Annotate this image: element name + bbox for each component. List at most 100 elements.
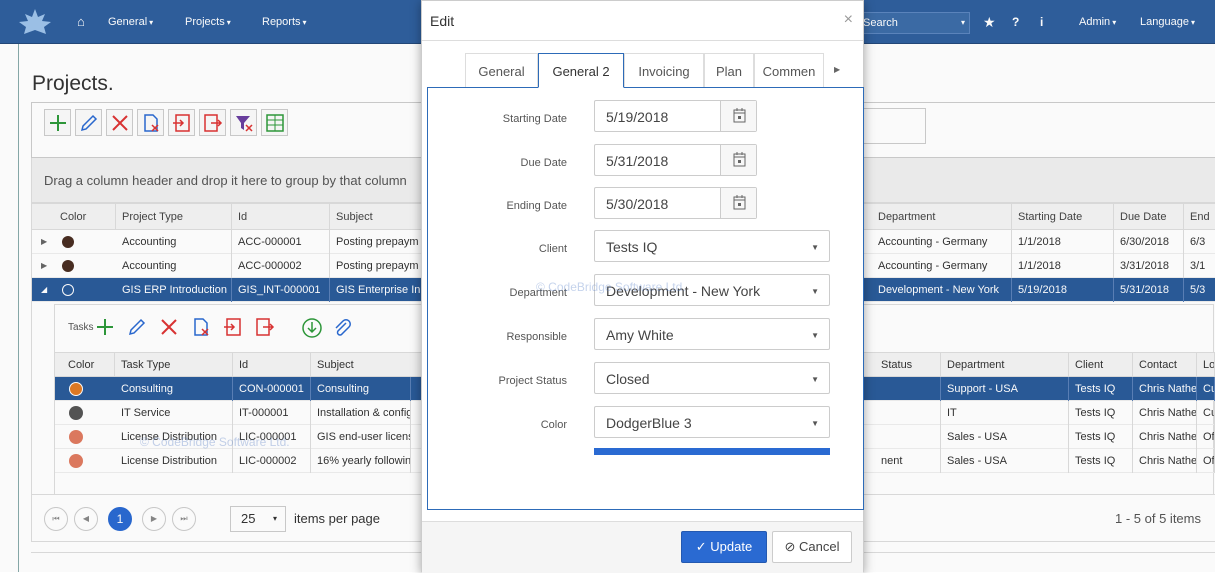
page-button-current[interactable]: 1 <box>108 507 132 531</box>
column-header-task-type[interactable]: Task Type <box>115 353 233 377</box>
cancel-button[interactable]: ⊘ Cancel <box>772 531 852 563</box>
due-date-picker[interactable]: 5/31/2018 <box>594 144 757 176</box>
column-header-end[interactable]: End <box>1184 204 1215 230</box>
color-preview-swatch <box>594 448 830 455</box>
update-button[interactable]: ✓ Update <box>681 531 767 563</box>
client-select[interactable]: Tests IQ ▼ <box>594 230 830 262</box>
pencil-icon <box>80 114 98 132</box>
close-icon[interactable] <box>159 317 179 337</box>
color-swatch <box>69 430 83 444</box>
home-icon[interactable]: ⌂ <box>77 0 85 44</box>
tasks-label: Tasks <box>68 322 94 333</box>
excel-export-button[interactable] <box>261 109 288 136</box>
pencil-icon[interactable] <box>127 317 147 337</box>
project-status-select[interactable]: Closed ▼ <box>594 362 830 394</box>
tab-scroll-right-icon[interactable]: ▶ <box>834 65 840 74</box>
plus-icon <box>50 115 66 131</box>
column-header-department[interactable]: Department <box>941 353 1069 377</box>
page-size-select[interactable]: 25 ▾ <box>230 506 286 532</box>
search-input[interactable]: Search ▾ <box>858 12 970 34</box>
clear-button[interactable] <box>137 109 164 136</box>
plus-icon[interactable] <box>95 317 115 337</box>
column-header-due-date[interactable]: Due Date <box>1114 204 1184 230</box>
pager-summary: 1 - 5 of 5 items <box>1115 511 1201 526</box>
document-delete-icon <box>144 114 159 132</box>
expand-icon[interactable]: ▶ <box>41 230 47 254</box>
add-button[interactable] <box>44 109 71 136</box>
column-header-contact[interactable]: Contact <box>1133 353 1197 377</box>
close-icon[interactable]: × <box>844 11 853 29</box>
nav-projects[interactable]: Projects ▾ <box>185 0 231 44</box>
cancel-icon: ⊘ <box>784 539 796 554</box>
import-button[interactable] <box>168 109 195 136</box>
maple-leaf-logo-icon[interactable] <box>18 8 52 36</box>
last-page-button[interactable]: ⏭ <box>172 507 196 531</box>
export-icon[interactable] <box>255 317 275 337</box>
nav-reports[interactable]: Reports ▾ <box>262 0 307 44</box>
import-icon[interactable] <box>223 317 243 337</box>
previous-page-button[interactable]: ◀ <box>74 507 98 531</box>
dialog-titlebar: Edit × <box>422 1 863 41</box>
column-header-color[interactable]: Color <box>55 353 115 377</box>
help-icon[interactable]: ? <box>1012 0 1019 44</box>
chevron-down-icon: ▼ <box>811 419 819 428</box>
star-icon[interactable]: ★ <box>983 0 996 44</box>
collapse-icon[interactable]: ◢ <box>41 278 47 302</box>
close-icon <box>112 115 128 131</box>
dialog-tabs: General General 2 Invoicing Plan Commen <box>465 53 840 88</box>
color-select[interactable]: DodgerBlue 3 ▼ <box>594 406 830 438</box>
column-header-starting-date[interactable]: Starting Date <box>1012 204 1114 230</box>
color-label: Color <box>540 419 567 431</box>
download-icon[interactable] <box>301 317 323 339</box>
tab-panel-general-2: Starting Date 5/19/2018 Due Date 5/31/20… <box>427 87 864 510</box>
starting-date-picker[interactable]: 5/19/2018 <box>594 100 757 132</box>
column-header-id[interactable]: Id <box>232 204 330 230</box>
column-header-department[interactable]: Department <box>872 204 1012 230</box>
column-header-project-type[interactable]: Project Type <box>116 204 232 230</box>
starting-date-label: Starting Date <box>502 113 567 125</box>
tab-plan[interactable]: Plan <box>704 53 754 88</box>
ending-date-picker[interactable]: 5/30/2018 <box>594 187 757 219</box>
tab-comments[interactable]: Commen <box>754 53 824 88</box>
nav-general[interactable]: General ▾ <box>108 0 153 44</box>
nav-admin[interactable]: Admin ▾ <box>1079 0 1116 44</box>
nav-language[interactable]: Language ▾ <box>1140 0 1195 44</box>
tab-invoicing[interactable]: Invoicing <box>624 53 704 88</box>
calendar-icon[interactable] <box>720 101 756 131</box>
dialog-footer: ✓ Update ⊘ Cancel <box>422 521 863 573</box>
edit-button[interactable] <box>75 109 102 136</box>
watermark: © CodeBridge Software Ltd. <box>140 435 290 449</box>
import-icon <box>173 114 190 132</box>
responsible-select[interactable]: Amy White ▼ <box>594 318 830 350</box>
expand-icon[interactable]: ▶ <box>41 254 47 278</box>
calendar-icon[interactable] <box>720 188 756 218</box>
column-header-client[interactable]: Client <box>1069 353 1133 377</box>
chevron-down-icon: ▼ <box>811 287 819 296</box>
export-button[interactable] <box>199 109 226 136</box>
tab-general-2[interactable]: General 2 <box>538 53 624 88</box>
delete-button[interactable] <box>106 109 133 136</box>
info-icon[interactable]: i <box>1040 0 1043 44</box>
color-swatch <box>62 236 74 248</box>
clear-filter-button[interactable] <box>230 109 257 136</box>
next-page-button[interactable]: ▶ <box>142 507 166 531</box>
document-delete-icon[interactable] <box>191 317 211 337</box>
project-status-label: Project Status <box>498 375 567 387</box>
calendar-icon[interactable] <box>720 145 756 175</box>
column-header-color[interactable]: Color <box>54 204 116 230</box>
column-header-id[interactable]: Id <box>233 353 311 377</box>
due-date-label: Due Date <box>520 157 567 169</box>
client-label: Client <box>538 243 567 255</box>
color-swatch <box>62 284 74 296</box>
attachment-icon[interactable] <box>331 317 353 339</box>
color-swatch <box>69 406 83 420</box>
tab-general[interactable]: General <box>465 53 538 88</box>
filter-clear-icon <box>236 116 253 132</box>
watermark: © CodeBridge Software Ltd. <box>536 280 686 294</box>
column-header-status[interactable]: Status <box>875 353 941 377</box>
export-icon <box>204 114 223 132</box>
first-page-button[interactable]: ⏮ <box>44 507 68 531</box>
column-header-lo[interactable]: Lo <box>1197 353 1215 377</box>
dialog-title: Edit <box>430 13 455 29</box>
chevron-down-icon: ▼ <box>811 331 819 340</box>
